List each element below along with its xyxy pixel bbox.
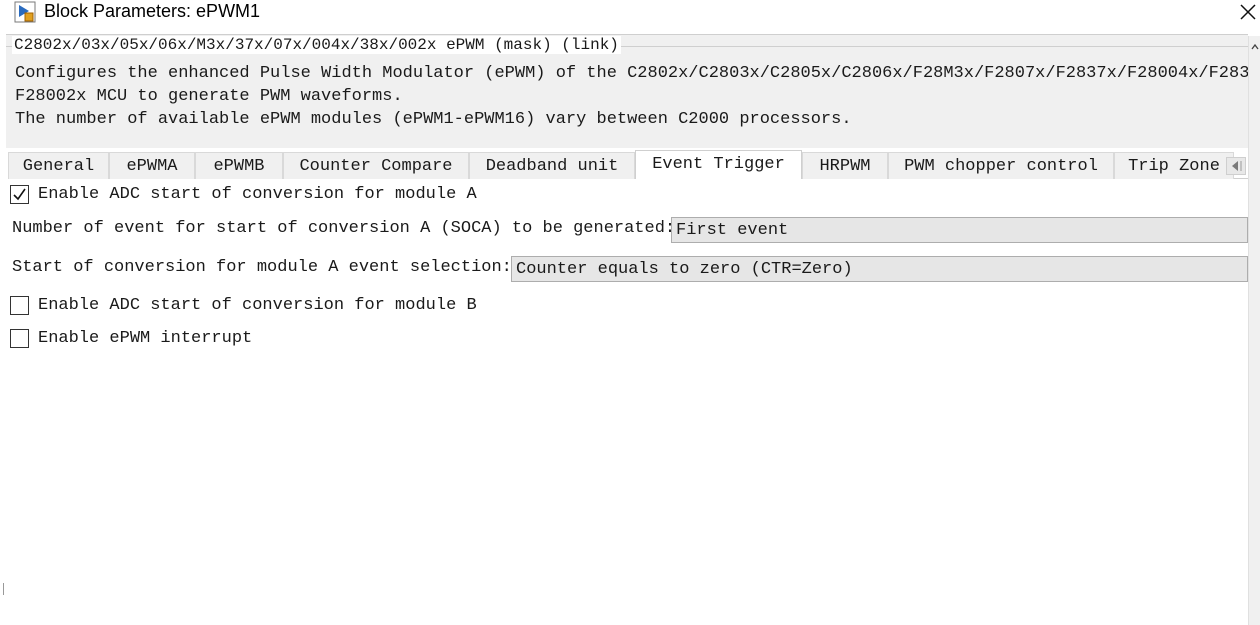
title-bar: Block Parameters: ePWM1 <box>0 0 1260 24</box>
description-line-2: F28002x MCU to generate PWM waveforms. <box>15 87 403 106</box>
tab-pwm-chopper-control[interactable]: PWM chopper control <box>888 152 1114 179</box>
tab-scroll-left-icon[interactable] <box>1226 157 1246 175</box>
description-line-1: Configures the enhanced Pulse Width Modu… <box>15 64 1260 83</box>
soca-count-label: Number of event for start of conversion … <box>12 219 676 238</box>
vertical-scrollbar[interactable] <box>1248 36 1260 625</box>
adc-soc-b-label: Enable ADC start of conversion for modul… <box>38 296 477 315</box>
resize-edge <box>3 583 4 595</box>
tab-event-trigger[interactable]: Event Trigger <box>635 150 802 179</box>
adc-soc-a-checkbox[interactable] <box>10 185 29 204</box>
soca-count-dropdown[interactable]: First event <box>671 217 1248 243</box>
description-line-3: The number of available ePWM modules (eP… <box>15 110 852 129</box>
scroll-up-icon[interactable] <box>1250 40 1260 52</box>
epwm-interrupt-checkbox[interactable] <box>10 329 29 348</box>
tab-epwmb[interactable]: ePWMB <box>195 152 283 179</box>
soca-select-dropdown[interactable]: Counter equals to zero (CTR=Zero) <box>511 256 1248 282</box>
dialog-body: C2802x/03x/05x/06x/M3x/37x/07x/004x/38x/… <box>0 24 1260 625</box>
close-icon[interactable] <box>1236 2 1258 22</box>
tab-deadband-unit[interactable]: Deadband unit <box>469 152 635 179</box>
tab-trip-zone[interactable]: Trip Zone <box>1114 152 1234 179</box>
epwm-interrupt-label: Enable ePWM interrupt <box>38 329 253 348</box>
window-title: Block Parameters: ePWM1 <box>44 1 261 21</box>
adc-soc-b-checkbox[interactable] <box>10 296 29 315</box>
tab-counter-compare[interactable]: Counter Compare <box>283 152 469 179</box>
soca-select-label: Start of conversion for module A event s… <box>12 258 512 277</box>
tab-hrpwm[interactable]: HRPWM <box>802 152 888 179</box>
tab-epwma[interactable]: ePWMA <box>109 152 195 179</box>
mask-group-title: C2802x/03x/05x/06x/M3x/37x/07x/004x/38x/… <box>12 36 621 54</box>
tab-general[interactable]: General <box>8 152 109 179</box>
tab-strip: General ePWMA ePWMB Counter Compare Dead… <box>8 150 1248 179</box>
simulink-block-icon <box>14 1 36 23</box>
adc-soc-a-label: Enable ADC start of conversion for modul… <box>38 185 477 204</box>
